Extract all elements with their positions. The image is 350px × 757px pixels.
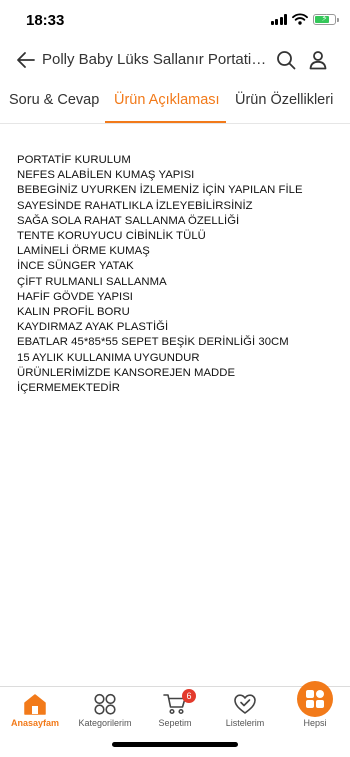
nav-lists[interactable]: Listelerim [210, 687, 280, 737]
description-line: ÜRÜNLERİMİZDE KANSOREJEN MADDE [17, 366, 236, 379]
tab-features[interactable]: Ürün Özellikleri [235, 92, 333, 108]
battery-tip [337, 17, 339, 22]
nav-categories[interactable]: Kategorilerim [70, 687, 140, 737]
description-line: HAFİF GÖVDE YAPISI [17, 290, 133, 303]
product-header: Polly Baby Lüks Sallanır Portatif Beşik [0, 44, 350, 76]
nav-home[interactable]: Anasayfam [0, 687, 70, 737]
description-line: TENTE KORUYUCU CİBİNLİK TÜLÜ [17, 230, 206, 243]
home-icon [24, 694, 46, 715]
description-line: PORTATİF KURULUM [17, 154, 131, 166]
description-line: İÇERMEMEKTEDİR [17, 382, 121, 395]
tab-questions[interactable]: Soru & Cevap [9, 92, 99, 108]
battery-icon: ⚡ [313, 12, 339, 25]
wifi-icon [292, 13, 308, 25]
search-icon[interactable] [274, 48, 298, 72]
charging-bolt-icon: ⚡ [321, 12, 328, 23]
nav-lists-label: Listelerim [225, 718, 265, 728]
status-icons: ⚡ [270, 12, 339, 25]
description-line: SAYESİNDE RAHATLIKLA İZLEYEBİLİRSİNİZ [17, 199, 253, 212]
product-description: PORTATİF KURULUM NEFES ALABİLEN KUMAŞ YA… [17, 153, 337, 396]
status-time: 18:33 [26, 12, 65, 29]
product-tabs: Soru & Cevap Ürün Açıklaması Ürün Özelli… [0, 78, 350, 124]
description-line: İNCE SÜNGER YATAK [17, 260, 134, 273]
description-line: BEBEGİNİZ UYURKEN İZLEMENİZ İÇİN YAPILAN… [17, 184, 303, 197]
description-line: EBATLAR 45*85*55 SEPET BEŞİK DERİNLİĞİ 3… [17, 336, 289, 349]
categories-icon [94, 693, 116, 715]
description-line: LAMİNELİ ÖRME KUMAŞ [17, 245, 150, 258]
nav-home-label: Anasayfam [10, 718, 60, 728]
nav-cart[interactable]: 6 Sepetim [140, 687, 210, 737]
cart-count-badge: 6 [182, 689, 196, 703]
home-indicator [112, 742, 238, 747]
active-tab-indicator [105, 121, 226, 123]
description-line: KAYDIRMAZ AYAK PLASTİĞİ [17, 321, 169, 334]
nav-categories-label: Kategorilerim [78, 718, 132, 728]
description-line: SAĞA SOLA RAHAT SALLANMA ÖZELLİĞİ [17, 214, 240, 227]
status-bar: 18:33 ⚡ [0, 0, 350, 40]
heart-list-icon [234, 694, 256, 714]
description-line: 15 AYLIK KULLANIMA UYGUNDUR [17, 351, 200, 364]
description-line: NEFES ALABİLEN KUMAŞ YAPISI [17, 169, 195, 182]
description-line: KALIN PROFİL BORU [17, 306, 130, 319]
signal-icon [270, 13, 287, 25]
tab-description[interactable]: Ürün Açıklaması [114, 92, 220, 108]
nav-cart-label: Sepetim [158, 718, 192, 728]
nav-all[interactable]: Hepsi [280, 681, 350, 737]
description-line: ÇİFT RULMANLI SALLANMA [17, 275, 167, 288]
page-title: Polly Baby Lüks Sallanır Portatif Beşik [42, 51, 270, 68]
user-account-icon[interactable] [306, 48, 330, 72]
screen: 18:33 ⚡ Polly Baby Lüks Sallanır Portati… [0, 0, 350, 757]
all-apps-icon [297, 681, 333, 717]
back-arrow-icon[interactable] [14, 48, 38, 72]
nav-all-label: Hepsi [303, 718, 327, 728]
